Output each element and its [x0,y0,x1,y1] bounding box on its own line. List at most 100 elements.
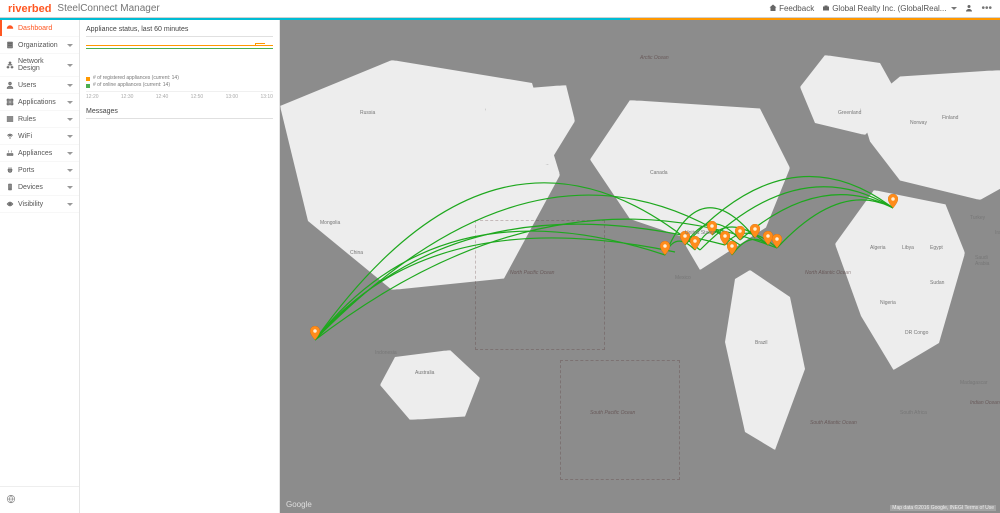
chevron-down-icon [67,169,73,172]
google-logo: Google [286,500,312,509]
chevron-down-icon [67,118,73,121]
product-name: SteelConnect Manager [57,3,159,14]
country-label: South Africa [900,410,927,416]
xtick: 13:00 [226,94,239,100]
sidebar-item-label: Organization [18,42,67,49]
country-label: Norway [910,120,927,126]
legend-swatch-orange [86,77,90,81]
map-pin[interactable] [750,224,760,238]
map-pin[interactable] [310,326,320,340]
chevron-down-icon [67,44,73,47]
map-pin[interactable] [888,194,898,208]
sidebar-item-appliances[interactable]: Appliances [0,145,79,162]
sidebar-item-label: Users [18,82,67,89]
country-label: Turkey [970,215,985,221]
plug-icon [6,166,14,174]
chevron-down-icon [67,101,73,104]
sidebar-item-users[interactable]: Users [0,77,79,94]
map-attribution: Map data ©2016 Google, INEGI Terms of Us… [890,505,996,511]
sidebar-item-label: Network Design [18,58,67,72]
status-chart [86,41,273,71]
user-icon[interactable] [965,4,973,14]
xtick: 12:30 [121,94,134,100]
chevron-down-icon [67,152,73,155]
map-pin[interactable] [690,236,700,250]
sitemap-icon [6,61,14,69]
chevron-down-icon [67,135,73,138]
sidebar-item-applications[interactable]: Applications [0,94,79,111]
sidebar-item-label: Rules [18,116,67,123]
gauge-icon [6,24,14,32]
chart-xaxis: 12:20 12:30 12:40 12:50 13:00 13:10 [86,91,273,100]
chevron-down-icon [67,203,73,206]
feedback-link[interactable]: Feedback [769,4,814,14]
xtick: 13:10 [260,94,273,100]
connection-arcs [280,20,1000,513]
xtick: 12:50 [191,94,204,100]
sidebar-item-label: Applications [18,99,67,106]
menu-button[interactable]: ••• [981,3,992,14]
dashboard-map[interactable]: North Pacific Ocean South Pacific Ocean … [280,20,1000,513]
country-label: Mexico [675,275,691,281]
briefcase-icon [822,4,830,14]
sidebar-item-rules[interactable]: Rules [0,111,79,128]
map-pin[interactable] [735,226,745,240]
country-label: DR Congo [905,330,928,336]
xtick: 12:20 [86,94,99,100]
xtick: 12:40 [156,94,169,100]
map-pin[interactable] [727,241,737,255]
building-icon [6,41,14,49]
country-label: Greenland [838,110,861,116]
country-label: Egypt [930,245,943,251]
country-label: Saudi Arabia [975,255,1000,267]
grid-icon [6,98,14,106]
sidebar-item-organization[interactable]: Organization [0,37,79,54]
chevron-down-icon [951,7,957,10]
sidebar: Dashboard Organization Network Design Users… [0,20,80,513]
map-pin[interactable] [772,234,782,248]
country-label: Iran [995,230,1000,236]
sidebar-item-label: Appliances [18,150,67,157]
sidebar-item-dashboard[interactable]: Dashboard [0,20,79,37]
legend-swatch-green [86,84,90,88]
map-pin[interactable] [660,241,670,255]
sidebar-footer[interactable] [0,486,79,513]
messages-title: Messages [86,108,273,119]
org-selector[interactable]: Global Realty Inc. (GlobalReal... [822,4,957,14]
chevron-down-icon [67,84,73,87]
router-icon [6,149,14,157]
country-label: Nigeria [880,300,896,306]
chevron-down-icon [67,186,73,189]
country-label: Libya [902,245,914,251]
chevron-down-icon [67,64,73,67]
country-label: Madagascar [960,380,988,386]
user-icon [6,81,14,89]
sidebar-item-devices[interactable]: Devices [0,179,79,196]
country-label: Canada [650,170,668,176]
home-icon [769,4,777,14]
status-legend: # of registered appliances (current: 14)… [86,75,273,89]
sidebar-item-label: Dashboard [18,25,73,32]
country-label: Russia [360,110,375,116]
globe-icon [6,494,16,504]
country-label: Finland [942,115,958,121]
sidebar-item-visibility[interactable]: Visibility [0,196,79,213]
sidebar-item-label: Devices [18,184,67,191]
status-panel: Appliance status, last 60 minutes # of r… [80,20,280,513]
country-label: Sudan [930,280,944,286]
brand-logo: riverbed [8,3,51,15]
country-label: Brazil [755,340,768,346]
status-title: Appliance status, last 60 minutes [86,26,273,37]
country-label: China [350,250,363,256]
sidebar-item-label: Ports [18,167,67,174]
sidebar-item-label: WiFi [18,133,67,140]
country-label: Mongolia [320,220,340,226]
sidebar-item-ports[interactable]: Ports [0,162,79,179]
phone-icon [6,183,14,191]
sidebar-item-label: Visibility [18,201,67,208]
sidebar-item-network-design[interactable]: Network Design [0,54,79,77]
wifi-icon [6,132,14,140]
sidebar-item-wifi[interactable]: WiFi [0,128,79,145]
country-label: Indonesia [375,350,397,356]
country-label: United States [685,230,715,236]
